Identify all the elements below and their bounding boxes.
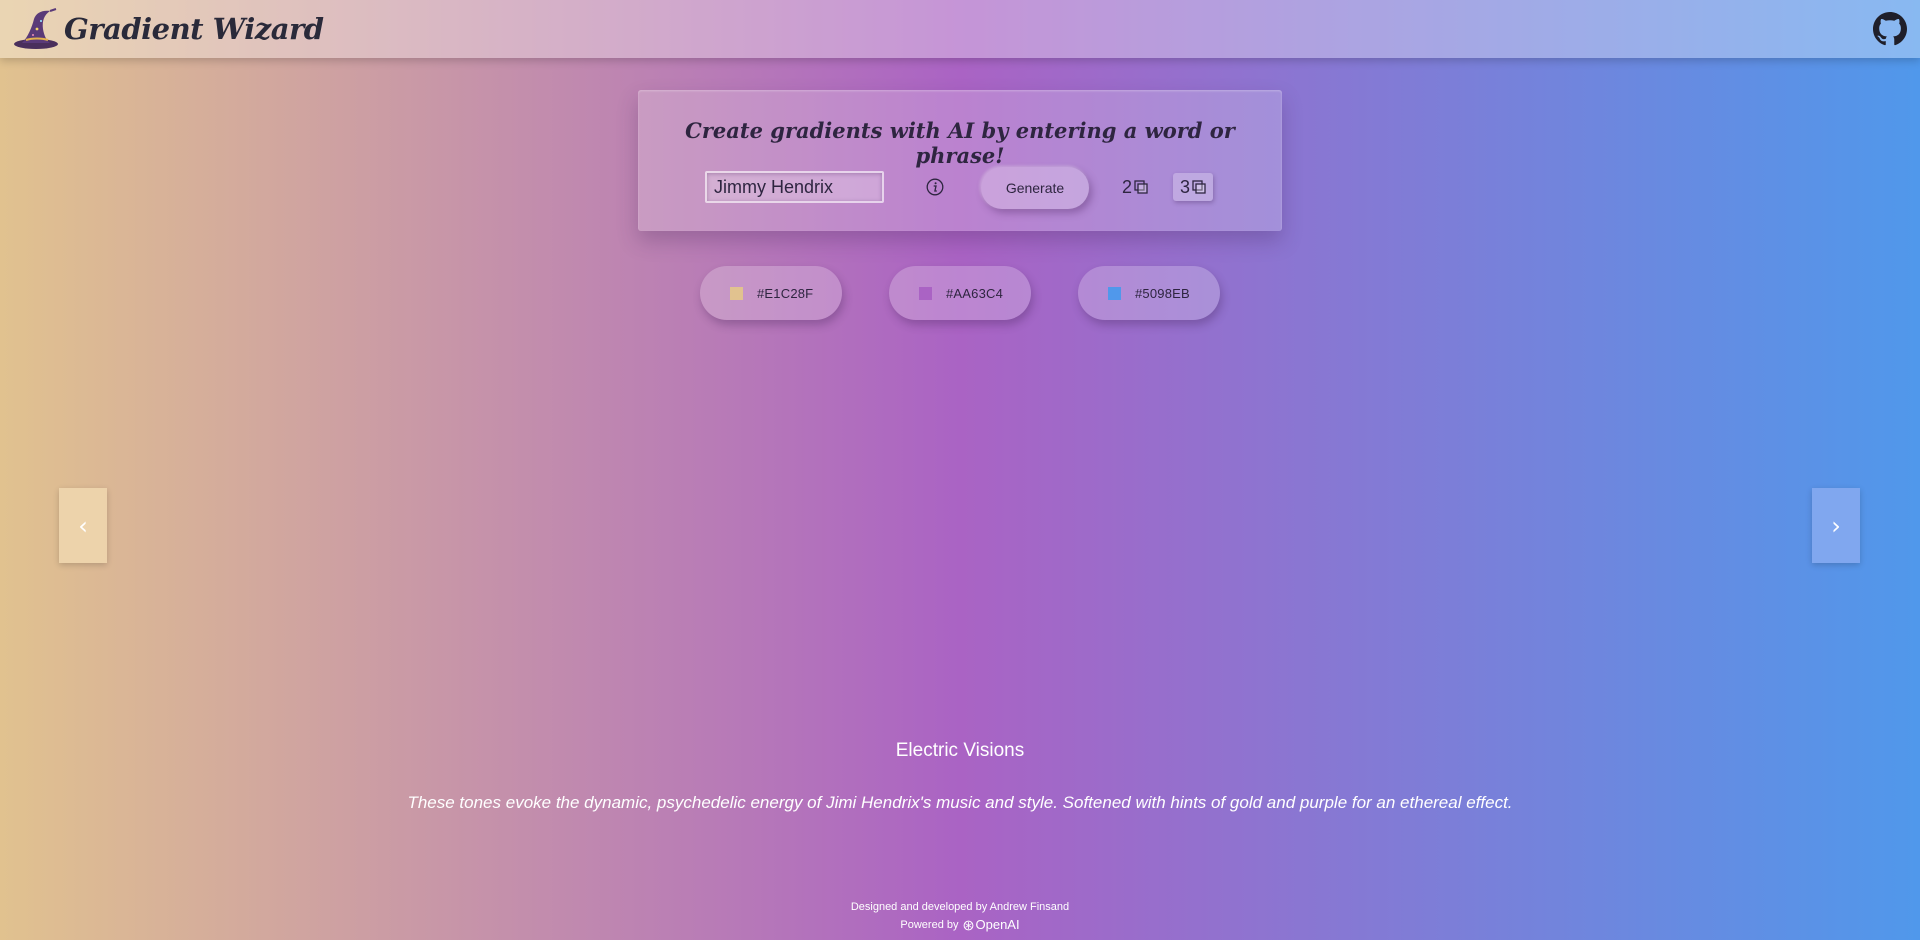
- openai-label: OpenAI: [975, 917, 1020, 932]
- color-hex-label: #5098EB: [1135, 285, 1190, 301]
- stack-icon: [1134, 180, 1148, 194]
- prompt-input[interactable]: [705, 171, 884, 203]
- generate-button[interactable]: Generate: [981, 167, 1089, 209]
- previous-gradient-button[interactable]: ‹: [59, 488, 107, 563]
- footer: Designed and developed by Andrew Finsand…: [0, 898, 1920, 934]
- info-icon[interactable]: [926, 178, 944, 196]
- color-swatch: [730, 286, 743, 300]
- app-title: Gradient Wizard: [64, 12, 324, 46]
- prompt-card: Create gradients with AI by entering a w…: [638, 90, 1282, 231]
- powered-by-row: Powered by OpenAI: [0, 916, 1920, 934]
- openai-logo[interactable]: OpenAI: [963, 916, 1020, 934]
- gradient-name: Electric Visions: [895, 740, 1025, 761]
- openai-icon: [963, 920, 973, 930]
- card-heading: Create gradients with AI by entering a w…: [685, 118, 1235, 168]
- color-hex-label: #AA63C4: [946, 285, 1004, 301]
- wizard-hat-icon: [14, 8, 58, 49]
- count-option-3[interactable]: 3: [1173, 173, 1213, 201]
- footer-credit: Designed and developed by Andrew Finsand: [850, 901, 1070, 913]
- github-icon: [1873, 12, 1907, 46]
- github-link[interactable]: [1873, 12, 1907, 46]
- color-swatch: [919, 286, 932, 300]
- count-option-label: 3: [1179, 176, 1190, 197]
- app-logo[interactable]: Gradient Wizard: [12, 7, 324, 51]
- count-option-label: 2: [1121, 176, 1132, 197]
- stack-icon: [1192, 180, 1206, 194]
- powered-by-label: Powered by: [900, 919, 959, 931]
- next-gradient-button[interactable]: ›: [1812, 488, 1860, 563]
- app-header: Gradient Wizard: [0, 0, 1920, 58]
- color-swatch: [1108, 286, 1121, 300]
- count-option-2[interactable]: 2: [1119, 173, 1151, 201]
- color-chip[interactable]: #E1C28F: [700, 266, 842, 320]
- gradient-description: These tones evoke the dynamic, psychedel…: [407, 793, 1513, 812]
- color-chip[interactable]: #AA63C4: [889, 266, 1031, 320]
- color-chip[interactable]: #5098EB: [1078, 266, 1220, 320]
- color-hex-label: #E1C28F: [757, 285, 814, 301]
